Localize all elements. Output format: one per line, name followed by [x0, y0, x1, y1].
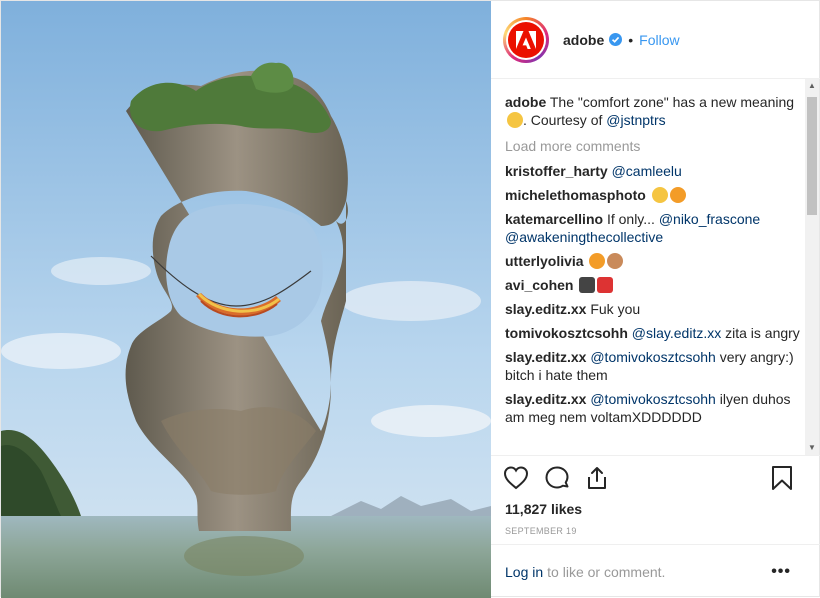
- comment-username[interactable]: utterlyolivia: [505, 253, 584, 269]
- comments-list: adobe The "comfort zone" has a new meani…: [491, 79, 820, 455]
- rock-hammock-image: [1, 1, 491, 598]
- comment-text: Fuk you: [590, 301, 641, 317]
- comment-username[interactable]: slay.editz.xx: [505, 349, 586, 365]
- verified-icon: [609, 33, 623, 46]
- comment-text: If only...: [606, 211, 655, 227]
- comment-mention[interactable]: @awakeningthecollective: [505, 229, 663, 245]
- action-bar: [491, 455, 820, 499]
- comment-username[interactable]: tomivokosztcsohh: [505, 325, 628, 341]
- post-sidebar: adobe • Follow adobe The "comfort zone" …: [491, 1, 820, 598]
- login-prompt-text: to like or comment.: [547, 563, 666, 580]
- comment: michelethomasphoto: [505, 186, 805, 204]
- comment-mention[interactable]: @slay.editz.xx: [632, 325, 721, 341]
- more-options-icon[interactable]: •••: [771, 563, 791, 581]
- hundred-emoji-icon: [597, 277, 614, 293]
- avatar-inner-ring: [506, 19, 546, 60]
- adobe-logo-icon: [508, 21, 544, 58]
- comment: slay.editz.xx @tomivokosztcsohh ilyen du…: [505, 390, 805, 426]
- heart-eyes-emoji-icon: [589, 253, 606, 269]
- comment-mention[interactable]: @camleelu: [612, 163, 682, 179]
- comment-username[interactable]: katemarcellino: [505, 211, 603, 227]
- post-photo[interactable]: [1, 1, 491, 598]
- comment-mention[interactable]: @tomivokosztcsohh: [590, 349, 715, 365]
- load-more-comments-link[interactable]: Load more comments: [505, 137, 805, 155]
- comment: kristoffer_harty @camleelu: [505, 162, 805, 180]
- clap-emoji-icon: [607, 253, 624, 269]
- bookmark-icon[interactable]: [768, 464, 796, 492]
- caption-text-after: . Courtesy of: [523, 112, 603, 128]
- comment-icon[interactable]: [543, 464, 571, 492]
- comment: avi_cohen: [505, 276, 805, 294]
- comment: utterlyolivia: [505, 252, 805, 270]
- comment-text: zita is angry: [725, 325, 800, 341]
- caption: adobe The "comfort zone" has a new meani…: [505, 93, 805, 129]
- instagram-post: adobe • Follow adobe The "comfort zone" …: [0, 0, 820, 598]
- comment-mention[interactable]: @tomivokosztcsohh: [590, 391, 715, 407]
- caption-username[interactable]: adobe: [505, 94, 546, 110]
- comment-username[interactable]: michelethomasphoto: [505, 187, 646, 203]
- scroll-up-arrow-icon[interactable]: ▲: [805, 79, 819, 93]
- comment-mention[interactable]: @niko_frascone: [659, 211, 760, 227]
- comment: slay.editz.xx @tomivokosztcsohh very ang…: [505, 348, 805, 384]
- separator-dot: •: [628, 31, 634, 48]
- avatar[interactable]: [503, 16, 549, 63]
- comment-username[interactable]: avi_cohen: [505, 277, 573, 293]
- scroll-down-arrow-icon[interactable]: ▼: [805, 441, 819, 455]
- comment-username[interactable]: slay.editz.xx: [505, 301, 586, 317]
- astonished-emoji-icon: [651, 187, 668, 203]
- post-date[interactable]: SEPTEMBER 19: [505, 526, 577, 536]
- heart-icon[interactable]: [502, 464, 530, 492]
- header-username[interactable]: adobe: [563, 32, 604, 48]
- scrollbar-thumb[interactable]: [807, 97, 817, 215]
- comments-scrollbar[interactable]: ▲ ▼: [805, 79, 819, 455]
- likes-count[interactable]: 11,827 likes: [505, 501, 582, 517]
- comment: tomivokosztcsohh @slay.editz.xx zita is …: [505, 324, 805, 342]
- heart-eyes-emoji-icon: [669, 187, 686, 203]
- camera-emoji-icon: [579, 277, 596, 293]
- follow-button[interactable]: Follow: [639, 32, 679, 48]
- login-link[interactable]: Log in: [505, 564, 543, 580]
- comment: slay.editz.xx Fuk you: [505, 300, 805, 318]
- comment-username[interactable]: kristoffer_harty: [505, 163, 608, 179]
- caption-mention[interactable]: @jstnptrs: [606, 112, 665, 128]
- share-icon[interactable]: [583, 464, 611, 492]
- caption-text: The "comfort zone" has a new meaning: [549, 94, 795, 110]
- post-header: adobe • Follow: [491, 1, 820, 79]
- comment-username[interactable]: slay.editz.xx: [505, 391, 586, 407]
- unamused-emoji-icon: [507, 112, 523, 128]
- comment: katemarcellino If only... @niko_frascone…: [505, 210, 805, 246]
